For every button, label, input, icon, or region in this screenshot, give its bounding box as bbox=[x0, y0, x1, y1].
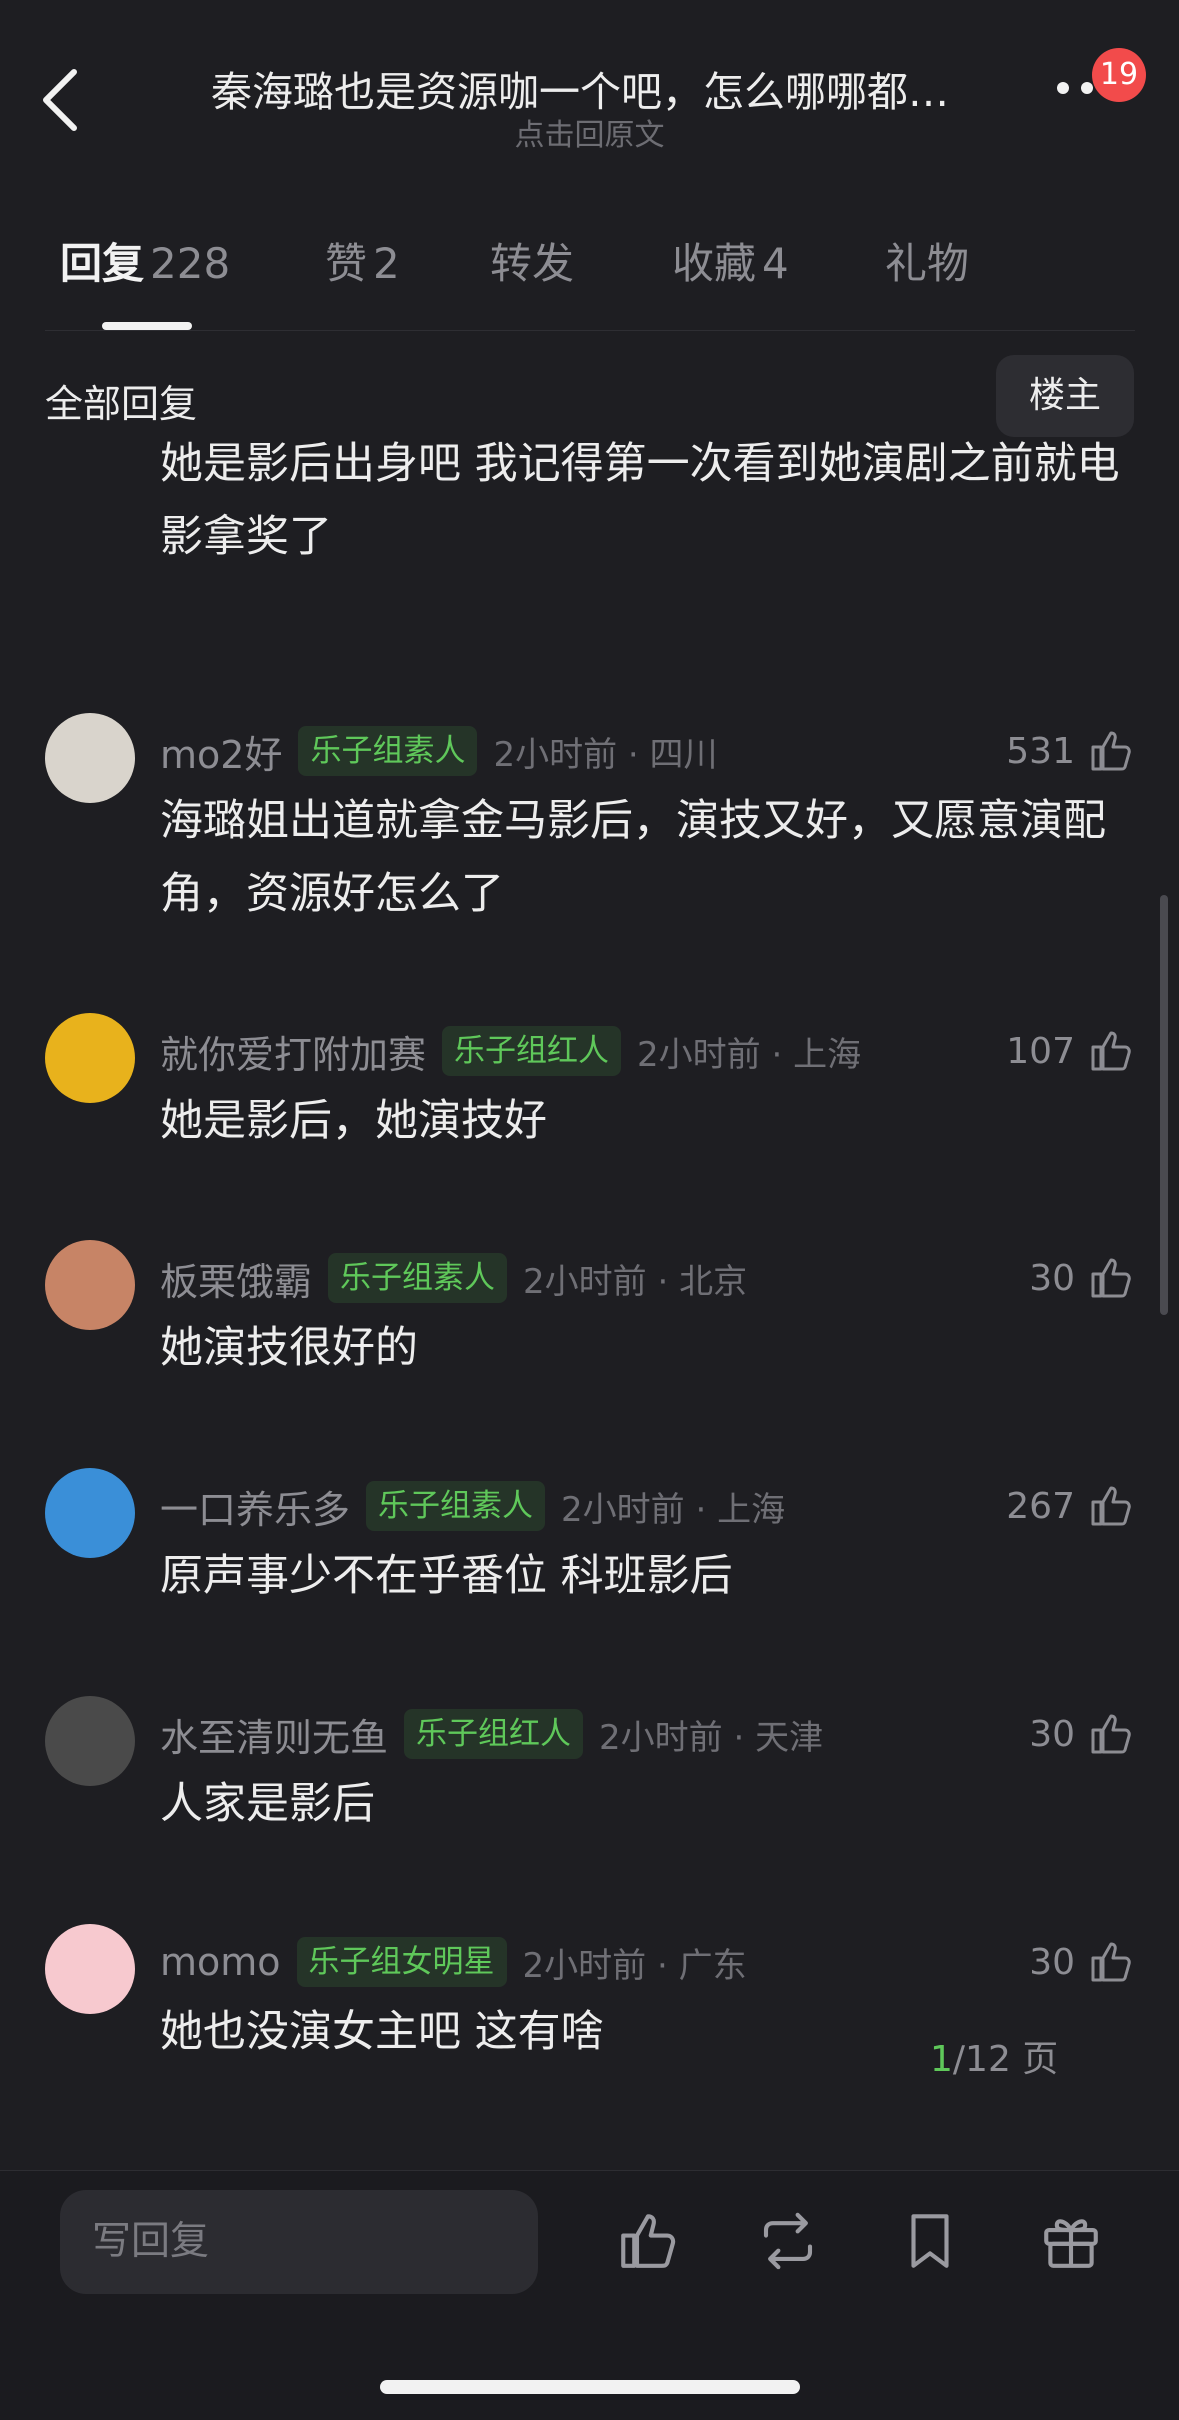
thumbs-up-icon bbox=[1091, 1258, 1131, 1298]
avatar[interactable] bbox=[45, 1924, 135, 2014]
thumbs-up-icon bbox=[1091, 1942, 1131, 1982]
header: 秦海璐也是资源咖一个吧，怎么哪哪都… 点击回原文 19 bbox=[0, 0, 1179, 170]
comment-text: 她是影后，她演技好 bbox=[160, 1096, 547, 1146]
tab-reposts[interactable]: 转发 bbox=[490, 230, 574, 291]
thumbs-up-icon bbox=[1091, 1031, 1131, 1071]
tab-label: 赞 bbox=[325, 239, 368, 288]
comment-meta: 水至清则无鱼 乐子组红人 2小时前 · 天津 bbox=[160, 1706, 823, 1762]
timestamp: 2小时前 · 天津 bbox=[599, 1717, 824, 1758]
comment-text: 她是影后出身吧 我记得第一次看到她演剧之前就电影拿奖了 bbox=[160, 440, 1120, 562]
user-tag: 乐子组素人 bbox=[298, 726, 478, 776]
timestamp: 2小时前 · 广东 bbox=[522, 1945, 747, 1986]
like-count: 107 bbox=[1006, 1030, 1075, 1072]
avatar[interactable] bbox=[45, 1696, 135, 1786]
like-count: 531 bbox=[1006, 730, 1075, 772]
like-button[interactable]: 30 bbox=[1029, 1934, 1135, 1990]
username[interactable]: mo2好 bbox=[160, 724, 282, 779]
tab-count: 228 bbox=[150, 239, 231, 288]
comment-meta: mo2好 乐子组素人 2小时前 · 四川 bbox=[160, 723, 718, 779]
tab-label: 收藏 bbox=[672, 239, 757, 288]
like-button[interactable]: 30 bbox=[1029, 1706, 1135, 1762]
back-to-original-link[interactable]: 点击回原文 bbox=[0, 110, 1179, 154]
active-tab-indicator bbox=[102, 322, 192, 330]
page-indicator[interactable]: 1/12 页 bbox=[930, 2030, 1130, 2090]
user-tag: 乐子组素人 bbox=[328, 1253, 508, 1303]
tab-replies[interactable]: 回复 228 bbox=[60, 230, 230, 291]
thumbs-up-icon bbox=[1091, 1486, 1131, 1526]
tab-gifts[interactable]: 礼物 bbox=[885, 230, 969, 291]
like-button[interactable]: 531 bbox=[1006, 723, 1135, 779]
like-count: 30 bbox=[1029, 1257, 1075, 1299]
username[interactable]: 板栗饿霸 bbox=[160, 1251, 312, 1306]
tab-bar: 回复 228 赞2 转发 收藏 4 礼物 bbox=[0, 230, 1179, 330]
comment-text: 人家是影后 bbox=[160, 1779, 375, 1829]
timestamp: 2小时前 · 四川 bbox=[493, 734, 718, 775]
tab-count: 4 bbox=[762, 239, 789, 288]
timestamp: 2小时前 · 上海 bbox=[637, 1034, 862, 1075]
thumbs-up-icon bbox=[1091, 1714, 1131, 1754]
avatar[interactable] bbox=[45, 1013, 135, 1103]
like-button[interactable]: 30 bbox=[1029, 1250, 1135, 1306]
home-indicator[interactable] bbox=[380, 2380, 800, 2394]
tab-label: 回复 bbox=[60, 239, 145, 288]
timestamp: 2小时前 · 北京 bbox=[523, 1261, 748, 1302]
username[interactable]: 一口养乐多 bbox=[160, 1479, 350, 1534]
like-count: 267 bbox=[1006, 1485, 1075, 1527]
page-title[interactable]: 秦海璐也是资源咖一个吧，怎么哪哪都… bbox=[150, 58, 1010, 118]
user-tag: 乐子组红人 bbox=[404, 1709, 584, 1759]
avatar[interactable] bbox=[45, 713, 135, 803]
scrollbar[interactable] bbox=[1160, 895, 1168, 1315]
repost-icon[interactable] bbox=[755, 2208, 821, 2274]
bookmark-icon[interactable] bbox=[897, 2208, 963, 2274]
total-pages: /12 页 bbox=[952, 2039, 1059, 2080]
divider bbox=[45, 330, 1135, 331]
thumbs-up-icon bbox=[1091, 731, 1131, 771]
tab-likes[interactable]: 赞2 bbox=[325, 230, 400, 291]
user-tag: 乐子组素人 bbox=[366, 1481, 546, 1531]
username[interactable]: momo bbox=[160, 1940, 281, 1984]
user-tag: 乐子组红人 bbox=[442, 1026, 622, 1076]
like-button[interactable]: 267 bbox=[1006, 1478, 1135, 1534]
comment-meta: 板栗饿霸 乐子组素人 2小时前 · 北京 bbox=[160, 1250, 747, 1306]
reply-input[interactable]: 写回复 bbox=[60, 2190, 538, 2294]
notification-badge: 19 bbox=[1092, 48, 1146, 102]
comment-meta: momo 乐子组女明星 2小时前 · 广东 bbox=[160, 1934, 747, 1990]
thumbs-up-icon[interactable] bbox=[615, 2208, 681, 2274]
tab-favorites[interactable]: 收藏 4 bbox=[672, 230, 789, 291]
comment-list[interactable]: 她是影后出身吧 我记得第一次看到她演剧之前就电影拿奖了 mo2好 乐子组素人 2… bbox=[0, 440, 1179, 2170]
gift-icon[interactable] bbox=[1038, 2208, 1104, 2274]
like-button[interactable]: 107 bbox=[1006, 1023, 1135, 1079]
like-count: 30 bbox=[1029, 1941, 1075, 1983]
comment-text: 原声事少不在乎番位 科班影后 bbox=[160, 1551, 733, 1601]
avatar[interactable] bbox=[45, 1240, 135, 1330]
like-count: 30 bbox=[1029, 1713, 1075, 1755]
tab-label: 礼物 bbox=[885, 239, 970, 288]
username[interactable]: 就你爱打附加赛 bbox=[160, 1024, 426, 1079]
avatar[interactable] bbox=[45, 1468, 135, 1558]
comment-text: 她演技很好的 bbox=[160, 1323, 418, 1373]
comment-text: 海璐姐出道就拿金马影后，演技又好，又愿意演配角，资源好怎么了 bbox=[160, 796, 1106, 919]
current-page: 1 bbox=[930, 2039, 953, 2080]
user-tag: 乐子组女明星 bbox=[296, 1937, 507, 1987]
comment-meta: 一口养乐多 乐子组素人 2小时前 · 上海 bbox=[160, 1478, 785, 1534]
tab-count: 2 bbox=[373, 239, 400, 288]
username[interactable]: 水至清则无鱼 bbox=[160, 1707, 388, 1762]
timestamp: 2小时前 · 上海 bbox=[561, 1489, 786, 1530]
comment-meta: 就你爱打附加赛 乐子组红人 2小时前 · 上海 bbox=[160, 1023, 861, 1079]
tab-label: 转发 bbox=[490, 239, 575, 288]
owner-only-button[interactable]: 楼主 bbox=[996, 355, 1134, 437]
section-title: 全部回复 bbox=[45, 382, 198, 426]
